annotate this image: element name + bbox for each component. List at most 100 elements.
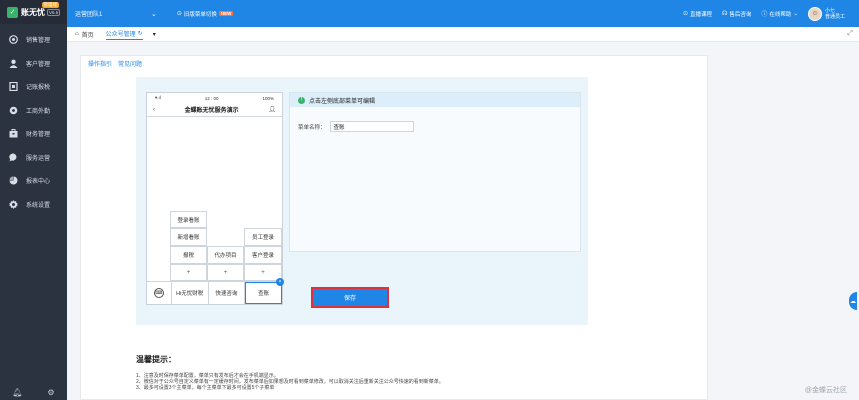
form-header: ! 点击左侧底部菜单可编辑 <box>290 93 580 107</box>
tab-label: 公众号管理 <box>105 31 136 38</box>
submenu-item[interactable]: 报税 <box>170 246 207 264</box>
sidebar-footer: 🔔︎ ⚙ <box>0 384 67 400</box>
keyboard-icon: ⌨ <box>153 288 164 298</box>
sidebar: ✓ 账无忧 V6.5 管理端 销售管理 客户管理 记账报税 工商外勤 财务管理 … <box>0 0 67 400</box>
sidebar-item-sales[interactable]: 销售管理 <box>0 28 67 52</box>
sidebar-item-label: 系统设置 <box>26 202 51 209</box>
phone-time: 12 : 00 <box>204 95 219 101</box>
menu-editor: ▾.ıl 12 : 00 100% ‹ 金蝶账无忧服务演示 👤︎ 登录看账 新增… <box>136 77 588 325</box>
person-icon[interactable]: 👤︎ <box>268 106 276 113</box>
help-icon: ⓘ <box>761 12 768 18</box>
sidebar-item-service[interactable]: 服务运营 <box>0 146 67 170</box>
sidebar-item-label: 销售管理 <box>26 38 51 45</box>
tab-label: 首页 <box>81 32 94 39</box>
gear-icon[interactable]: ⚙ <box>47 388 54 397</box>
menu-name-label: 菜单名称： <box>298 124 326 131</box>
tab-home[interactable]: ⌂ 首页 <box>75 30 94 39</box>
add-submenu-button[interactable]: + <box>170 264 207 281</box>
sidebar-item-label: 服务运营 <box>26 155 51 162</box>
tip-line: 3、最多可设置3个主菜单，每个主菜单下最多可设置5个子菜单 <box>136 385 275 391</box>
back-icon[interactable]: ‹ <box>153 107 155 113</box>
settings-icon <box>9 199 18 209</box>
sidebar-item-label: 客户管理 <box>26 61 51 68</box>
add-submenu-button[interactable]: + <box>207 264 244 281</box>
logo-text: 账无忧 <box>21 7 45 17</box>
org-selector[interactable]: 运营团队1 <box>75 9 151 18</box>
keyboard-toggle[interactable]: ⌨ <box>147 282 172 304</box>
submenu-item[interactable]: 登录看账 <box>170 211 207 228</box>
faq-link[interactable]: 常见问题 <box>118 59 142 68</box>
sidebar-item-label: 财务管理 <box>26 132 51 139</box>
user-role: 普通员工 <box>824 13 845 20</box>
avatar[interactable]: ☺ <box>807 6 822 21</box>
main-menu-item-selected[interactable]: 查账 × <box>245 278 284 304</box>
battery-text: 100% <box>262 95 274 101</box>
guide-link[interactable]: 操作指引 <box>88 59 112 68</box>
tab-official-account[interactable]: 公众号管理 ↻ <box>105 29 143 40</box>
logo-tag: 管理端 <box>41 2 59 8</box>
save-button[interactable]: 保存 <box>311 287 389 308</box>
submenu-item[interactable]: 新增看账 <box>170 228 207 246</box>
floating-helper-icon[interactable]: ☁ <box>849 292 857 310</box>
close-icon[interactable]: × <box>275 278 284 286</box>
old-menu-switch[interactable]: ⊙ 旧版菜单切换 NEW <box>177 10 234 18</box>
sidebar-item-finance[interactable]: 财务管理 <box>0 122 67 146</box>
user-info[interactable]: 小七 普通员工 <box>825 8 845 20</box>
watermark: @金蝶云社区 <box>804 387 847 394</box>
gear-icon <box>9 106 18 115</box>
chat-icon <box>9 153 18 162</box>
phone-bottom-menu: ⌨ Hi无忧财税 快速咨询 查账 × <box>147 278 284 304</box>
top-bar: 运营团队1 ⌄ ⊙ 旧版菜单切换 NEW ⊙ 直播课程 ☊ 售后咨询 ⓘ 在线帮… <box>67 0 859 27</box>
play-icon: ⊙ <box>682 11 688 17</box>
submenu-item[interactable]: 员工登录 <box>244 228 282 246</box>
chevron-down-icon[interactable]: ⌄ <box>151 10 157 18</box>
signal-icon: ▾.ıl <box>155 95 161 100</box>
fullscreen-icon[interactable]: ⤢ <box>847 30 853 38</box>
sidebar-item-label: 工商外勤 <box>26 108 51 115</box>
sidebar-item-label: 记账报税 <box>26 85 51 92</box>
logo-icon: ✓ <box>7 6 18 18</box>
menu-name-input[interactable]: 查账 <box>329 121 414 132</box>
refresh-icon[interactable]: ↻ <box>138 30 143 37</box>
tips-section: 温馨提示： 1、注意及时保存菜单配置，菜单只有发布后才会在手机端显示。 2、微信… <box>136 354 656 391</box>
new-badge: NEW <box>218 11 234 16</box>
bell-icon[interactable]: 🔔︎ <box>12 388 22 397</box>
sidebar-item-business[interactable]: 工商外勤 <box>0 99 67 123</box>
sidebar-item-bookkeeping[interactable]: 记账报税 <box>0 75 67 99</box>
target-icon <box>9 35 18 45</box>
subnav: 操作指引 常见问题 <box>88 59 142 68</box>
link-label: 直播课程 <box>689 11 712 18</box>
link-label: 在线帮助 <box>769 11 792 18</box>
briefcase-icon <box>9 129 18 138</box>
after-sales-link[interactable]: ☊ 售后咨询 <box>722 10 751 18</box>
tab-dropdown-icon[interactable]: ▾ <box>153 31 156 38</box>
switch-icon: ⊙ <box>176 11 182 17</box>
sidebar-item-label: 报表中心 <box>26 179 51 186</box>
tips-title: 温馨提示： <box>136 355 176 364</box>
phone-header: ‹ 金蝶账无忧服务演示 👤︎ <box>147 103 282 117</box>
version-badge: V6.5 <box>47 8 61 16</box>
menu-area: 登录看账 新增看账 报税 + 代办项目 + 员工登录 客户登录 + <box>147 118 282 283</box>
info-icon: ! <box>298 96 305 104</box>
sidebar-item-customers[interactable]: 客户管理 <box>0 52 67 76</box>
top-right: ⊙ 直播课程 ☊ 售后咨询 ⓘ 在线帮助 ⌄ ☺ 小七 普通员工 <box>683 6 859 21</box>
sidebar-item-reports[interactable]: 报表中心 <box>0 169 67 193</box>
submenu-item[interactable]: 代办项目 <box>207 246 244 264</box>
chevron-down-icon: ⌄ <box>793 10 798 17</box>
phone-preview: ▾.ıl 12 : 00 100% ‹ 金蝶账无忧服务演示 👤︎ 登录看账 新增… <box>146 92 284 305</box>
pie-chart-icon <box>9 176 18 185</box>
tabs-bar: ⌂ 首页 公众号管理 ↻ ▾ ⤢ <box>67 27 859 42</box>
logo[interactable]: ✓ 账无忧 V6.5 管理端 <box>0 0 67 24</box>
notice-text: 旧版菜单切换 <box>183 11 217 18</box>
live-course-link[interactable]: ⊙ 直播课程 <box>683 10 712 18</box>
menu-form: ! 点击左侧底部菜单可编辑 菜单名称： 查账 <box>289 92 581 252</box>
account-title: 金蝶账无忧服务演示 <box>184 108 239 114</box>
form-hint: 点击左侧底部菜单可编辑 <box>309 98 376 105</box>
main-menu-item[interactable]: 快速咨询 <box>209 282 246 304</box>
online-help-link[interactable]: ⓘ 在线帮助 ⌄ <box>761 9 798 19</box>
sidebar-item-settings[interactable]: 系统设置 <box>0 193 67 217</box>
headset-icon: ☊ <box>721 11 728 17</box>
submenu-item[interactable]: 客户登录 <box>244 246 282 264</box>
main-menu-item[interactable]: Hi无忧财税 <box>172 282 209 304</box>
content-panel: 操作指引 常见问题 ▾.ıl 12 : 00 100% ‹ 金蝶账无忧服务演示 … <box>80 55 708 400</box>
